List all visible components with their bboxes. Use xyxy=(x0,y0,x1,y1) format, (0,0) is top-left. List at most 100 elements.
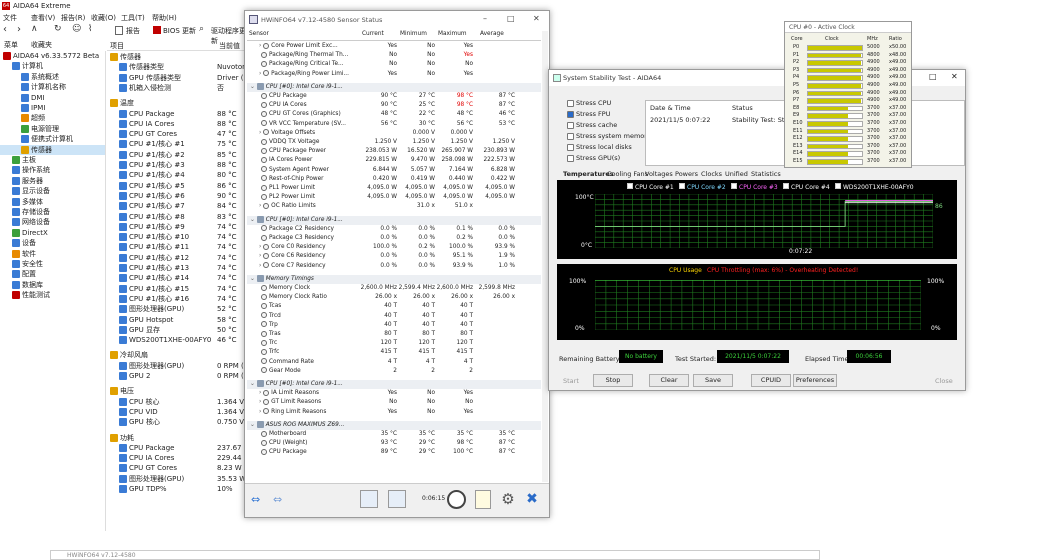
sensor-row[interactable]: CPU #1/核心 #9 74 °C xyxy=(107,222,250,232)
col-item[interactable]: 项目 xyxy=(110,41,124,51)
sensor-row[interactable]: GPU 20 RPM (0 xyxy=(107,371,250,381)
stress-option[interactable]: Stress FPU xyxy=(567,109,647,120)
checkbox[interactable] xyxy=(567,132,574,140)
start-button[interactable]: Start xyxy=(563,377,579,385)
checkbox[interactable] xyxy=(567,143,574,151)
chart-icon[interactable]: ⌇ xyxy=(88,24,92,34)
close-sst-button[interactable]: Close xyxy=(935,377,953,385)
stress-option[interactable]: Stress cache xyxy=(567,120,647,131)
hwinfo-sensor-row[interactable]: PL1 Power Limit 4,095.0 W 4,095.0 W 4,095.0… xyxy=(247,184,541,193)
tree-item[interactable]: 存储设备 xyxy=(0,207,105,217)
tree-item[interactable]: 主板 xyxy=(0,155,105,165)
tree-item[interactable]: 系统概述 xyxy=(0,72,105,82)
hwinfo-sensor-row[interactable]: CPU (Weight) 93 °C 29 °C 98 °C 87 °C xyxy=(247,439,541,448)
sensor-row[interactable]: CPU #1/核心 #7 84 °C xyxy=(107,201,250,211)
hwinfo-sensor-row[interactable]: CPU Package Power 238.053 W 16.520 W 265.90… xyxy=(247,147,541,156)
hwinfo-sensor-row[interactable]: CPU IA Cores 90 °C 25 °C 98 °C 87 °C xyxy=(247,101,541,110)
preferences-button[interactable]: Preferences xyxy=(793,374,837,387)
hwinfo-sensor-row[interactable]: Memory Clock Ratio 26.00 x 26.00 x 26.00 x 2… xyxy=(247,293,541,302)
sensor-row[interactable]: CPU #1/核心 #3 88 °C xyxy=(107,160,250,170)
collapse-icon[interactable]: ⌄ xyxy=(250,84,257,90)
sensor-row[interactable]: CPU Package 88 °C xyxy=(107,109,250,119)
legend-item[interactable]: CPU Core #1 xyxy=(627,183,674,191)
hwinfo-group-header[interactable]: ⌄ CPU [#0]: Intel Core i9-1... xyxy=(247,215,541,225)
collapse-icon[interactable]: ⌄ xyxy=(250,217,257,223)
arrows-left-icon[interactable]: ⇔ xyxy=(251,493,260,506)
tab-1[interactable]: Cooling Fans xyxy=(607,170,648,178)
sensor-row[interactable]: CPU #1/核心 #11 74 °C xyxy=(107,242,250,252)
sensor-row[interactable]: CPU IA Cores 88 °C xyxy=(107,119,250,129)
col-sensor[interactable]: Sensor xyxy=(249,31,269,37)
col-date-time[interactable]: Date & Time xyxy=(650,104,691,112)
sensor-row[interactable]: CPU Package 237.67 W xyxy=(107,443,250,453)
legend-item[interactable]: WDS200T1XHE-00AFY0 xyxy=(835,183,914,191)
legend-checkbox[interactable] xyxy=(679,183,685,189)
tree-item[interactable]: DirectX xyxy=(0,228,105,238)
refresh-icon[interactable]: ↻ xyxy=(54,24,62,34)
tree-item[interactable]: 便携式计算机 xyxy=(0,134,105,144)
hwinfo-sensor-row[interactable]: CPU Package 89 °C 29 °C 100 °C 87 °C xyxy=(247,448,541,457)
col-maximum[interactable]: Maximum xyxy=(438,31,467,37)
hwinfo-sensor-row[interactable]: System Agent Power 6.844 W 5.057 W 7.164 W 6… xyxy=(247,166,541,175)
settings-sensor-icon[interactable] xyxy=(388,490,406,508)
sensor-group-header[interactable]: 传感器 xyxy=(107,52,250,62)
stress-option[interactable]: Stress GPU(s) xyxy=(567,153,647,164)
stress-option[interactable]: Stress CPU xyxy=(567,98,647,109)
tab-5[interactable]: Unified xyxy=(725,170,748,178)
menu-report[interactable]: 报告(R) xyxy=(61,13,85,23)
network-icon[interactable] xyxy=(360,490,378,508)
hwinfo-sensor-row[interactable]: › GT Limit Reasons No No No xyxy=(247,398,541,407)
sensor-row[interactable]: CPU 核心 1.364 V xyxy=(107,397,250,407)
sensor-row[interactable]: CPU VID 1.364 V xyxy=(107,407,250,417)
hwinfo-sensor-row[interactable]: Tras 80 T 80 T 80 T xyxy=(247,330,541,339)
tree-item[interactable]: 安全性 xyxy=(0,259,105,269)
hwinfo-sensor-row[interactable]: › IA Limit Reasons Yes No Yes xyxy=(247,389,541,398)
sensor-group-header[interactable]: 冷却风扇 xyxy=(107,350,250,360)
sst-maximize-button[interactable]: □ xyxy=(929,72,937,81)
sensor-row[interactable]: WDS200T1XHE-00AFY0 46 °C xyxy=(107,335,250,345)
settings-icon[interactable]: ⚙ xyxy=(499,490,517,508)
tree-item[interactable]: 传感器 xyxy=(0,144,105,155)
sensor-row[interactable]: CPU #1/核心 #4 80 °C xyxy=(107,170,250,180)
tree-item[interactable]: 显示设备 xyxy=(0,186,105,196)
hwinfo-sensor-row[interactable]: Trp 40 T 40 T 40 T xyxy=(247,321,541,330)
maximize-button[interactable]: □ xyxy=(507,14,515,23)
back-icon[interactable]: ‹ xyxy=(3,24,7,35)
tree-item[interactable]: 网络设备 xyxy=(0,217,105,227)
hwinfo-group-header[interactable]: ⌄ Memory Timings xyxy=(247,274,541,284)
sensor-row[interactable]: GPU Hotspot 58 °C xyxy=(107,315,250,325)
hwinfo-sensor-row[interactable]: Trcd 40 T 40 T 40 T xyxy=(247,312,541,321)
up-icon[interactable]: ∧ xyxy=(31,24,38,34)
tab-menu[interactable]: 菜单 xyxy=(4,40,18,50)
tree-item[interactable]: 数据库 xyxy=(0,280,105,290)
stress-option[interactable]: Stress local disks xyxy=(567,142,647,153)
tree-item[interactable]: 多媒体 xyxy=(0,197,105,207)
hwinfo-sensor-row[interactable]: Command Rate 4 T 4 T 4 T xyxy=(247,358,541,367)
hwinfo-sensor-row[interactable]: › Core C7 Residency 0.0 % 0.0 % 93.9 % 1.0 % xyxy=(247,262,541,271)
sensor-group-header[interactable]: 功耗 xyxy=(107,433,250,443)
sensor-row[interactable]: CPU #1/核心 #10 74 °C xyxy=(107,232,250,242)
clock-icon[interactable] xyxy=(447,490,466,509)
sensor-row[interactable]: CPU IA Cores 229.44 W xyxy=(107,453,250,463)
sensor-row[interactable]: CPU #1/核心 #16 74 °C xyxy=(107,294,250,304)
stop-button[interactable]: Stop xyxy=(593,374,633,387)
report-button[interactable]: 报告 xyxy=(126,26,140,36)
sensor-row[interactable]: CPU #1/核心 #12 74 °C xyxy=(107,253,250,263)
tree-item[interactable]: 配置 xyxy=(0,269,105,279)
hwinfo-sensor-row[interactable]: Trc 120 T 120 T 120 T xyxy=(247,339,541,348)
report-file-icon[interactable] xyxy=(475,490,491,509)
tree-item[interactable]: 电源管理 xyxy=(0,124,105,134)
tab-2[interactable]: Voltages xyxy=(645,170,673,178)
sensor-row[interactable]: CPU #1/核心 #14 74 °C xyxy=(107,273,250,283)
hwinfo-sensor-row[interactable]: VR VCC Temperature (SV... 56 °C 30 °C 56 °C… xyxy=(247,120,541,129)
hwinfo-sensor-row[interactable]: Tcas 40 T 40 T 40 T xyxy=(247,302,541,311)
sensor-row[interactable]: GPU 传感器类型 Driver (N xyxy=(107,73,250,83)
hwinfo-group-header[interactable]: ⌄ CPU [#0]: Intel Core i9-1... xyxy=(247,82,541,92)
sensor-row[interactable]: CPU #1/核心 #13 74 °C xyxy=(107,263,250,273)
hwinfo-group-header[interactable]: ⌄ CPU [#0]: Intel Core i9-1... xyxy=(247,380,541,390)
hwinfo-sensor-row[interactable]: › Ring Limit Reasons Yes No Yes xyxy=(247,408,541,417)
sensor-row[interactable]: CPU #1/核心 #6 90 °C xyxy=(107,191,250,201)
report-icon[interactable] xyxy=(115,26,123,35)
col-minimum[interactable]: Minimum xyxy=(400,31,427,37)
hwinfo-sensor-row[interactable]: IA Cores Power 229.815 W 9.470 W 258.098 W 2… xyxy=(247,156,541,165)
